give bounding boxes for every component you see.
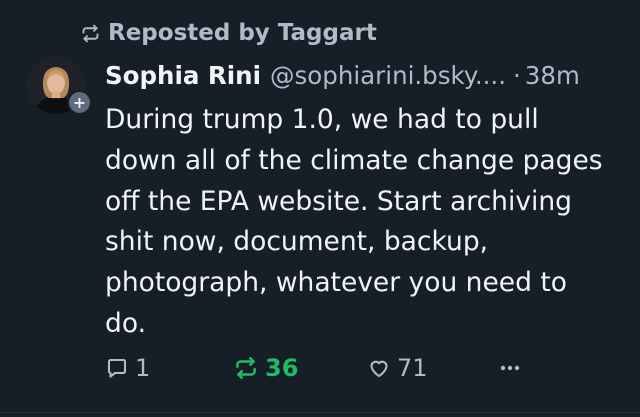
post-actions: 1 36 71: [105, 350, 625, 386]
post[interactable]: Reposted by Taggart + Sophia Rini @sophi…: [0, 0, 640, 417]
reply-button[interactable]: 1: [105, 350, 150, 386]
more-icon: [500, 365, 520, 371]
like-count: 71: [397, 354, 428, 382]
reply-icon: [107, 358, 127, 378]
avatar-container[interactable]: +: [27, 56, 92, 115]
post-header: Sophia Rini @sophiarini.bsky.... · 38m: [105, 58, 620, 92]
repost-icon: [82, 24, 99, 42]
reply-count: 1: [135, 354, 151, 382]
like-button[interactable]: 71: [367, 350, 428, 386]
author-display-name[interactable]: Sophia Rini: [105, 61, 261, 90]
header-separator: ·: [512, 60, 521, 90]
more-options-button[interactable]: [497, 350, 523, 386]
repost-count: 36: [265, 354, 299, 382]
repost-button[interactable]: 36: [233, 350, 298, 386]
post-timestamp[interactable]: 38m: [525, 61, 580, 90]
reposted-by-line[interactable]: Reposted by Taggart: [80, 16, 377, 50]
heart-icon: [370, 360, 388, 378]
post-divider: [0, 412, 640, 413]
repost-icon: [236, 357, 256, 379]
author-handle[interactable]: @sophiarini.bsky....: [270, 61, 506, 90]
reposted-by-text: Reposted by Taggart: [108, 20, 377, 46]
post-text: During trump 1.0, we had to pull down al…: [105, 104, 603, 339]
follow-plus-icon[interactable]: +: [67, 90, 92, 115]
